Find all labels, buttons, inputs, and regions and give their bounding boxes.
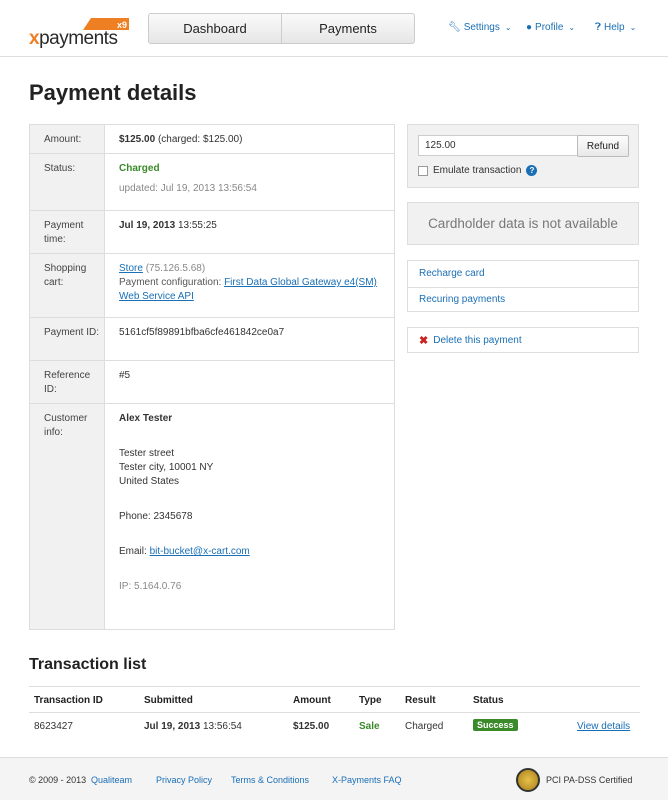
customer-city: Tester city, 10001 NY	[119, 462, 214, 473]
col-result: Result	[405, 695, 436, 706]
settings-menu[interactable]: 🔧︎ Settings ⌄	[448, 22, 512, 33]
status-label: Status:	[44, 163, 76, 174]
customer-country: United States	[119, 476, 180, 487]
customer-label: Customer info:	[44, 413, 88, 438]
detail-row-shopping-cart: Shopping cart: Store (75.126.5.68) Payme…	[30, 254, 394, 318]
store-link[interactable]: Store	[119, 263, 143, 274]
chevron-down-icon: ⌄	[568, 23, 576, 32]
detail-row-reference-id: Reference ID: #5	[30, 361, 394, 404]
payment-id-value: 5161cf5f89891bfba6cfe461842ce0a7	[119, 327, 285, 338]
help-icon: ❓︎	[595, 22, 602, 33]
amount-label: Amount:	[44, 134, 82, 145]
card-actions: Recharge card Recuring payments	[407, 260, 639, 312]
refund-button[interactable]: Refund	[577, 135, 629, 157]
profile-menu-label: Profile	[535, 22, 564, 33]
transaction-type: Sale	[359, 721, 380, 732]
question-icon[interactable]: ?	[526, 165, 538, 176]
customer-phone: Phone: 2345678	[119, 511, 193, 522]
detail-row-payment-time: Payment time: Jul 19, 2013 13:55:25	[30, 211, 394, 254]
delete-payment-button[interactable]: ✖ Delete this payment	[407, 327, 639, 353]
table-row: 8623427 Jul 19, 2013 13:56:54 $125.00 Sa…	[29, 713, 640, 740]
status-updated: updated: Jul 19, 2013 13:56:54	[119, 183, 257, 194]
settings-menu-label: Settings	[463, 22, 500, 33]
transaction-list-title: Transaction list	[29, 656, 147, 673]
col-amount: Amount	[293, 695, 331, 706]
cardholder-data-notice: Cardholder data is not available	[407, 202, 639, 245]
recharge-card-link[interactable]: Recharge card	[419, 268, 485, 279]
status-value: Charged	[119, 163, 160, 174]
customer-ip: IP: 5.164.0.76	[119, 581, 182, 592]
copyright: © 2009 - 2013	[29, 775, 87, 785]
logo-text: xpayments	[29, 28, 118, 49]
amount-charged: (charged: $125.00)	[157, 134, 243, 145]
xpayments-logo[interactable]: x9 xpayments	[29, 18, 129, 49]
help-menu[interactable]: ❓︎ Help ⌄	[595, 22, 636, 33]
svg-text:x9: x9	[117, 20, 127, 30]
payment-time-label: Payment time:	[44, 220, 84, 245]
col-status: Status	[473, 695, 504, 706]
page-title: Payment details	[29, 80, 197, 105]
transaction-date: Jul 19, 2013	[144, 721, 201, 732]
footer: © 2009 - 2013 Qualiteam Privacy Policy T…	[0, 757, 668, 800]
reference-id-label: Reference ID:	[44, 370, 91, 395]
customer-email-link[interactable]: bit-bucket@x-cart.com	[150, 546, 250, 557]
delete-icon: ✖	[419, 334, 429, 347]
header: x9 xpayments Dashboard Payments 🔧︎ Setti…	[0, 0, 668, 57]
refund-amount-input[interactable]	[418, 135, 581, 156]
emulate-transaction-label: Emulate transaction	[433, 165, 522, 176]
chevron-down-icon: ⌄	[629, 23, 637, 32]
refund-panel: Refund Emulate transaction ?	[407, 124, 639, 188]
pci-seal-icon	[516, 768, 540, 792]
privacy-policy-link[interactable]: Privacy Policy	[156, 775, 212, 785]
transaction-result: Charged	[405, 721, 444, 732]
shopping-cart-label: Shopping cart:	[44, 263, 87, 288]
config-label: Payment configuration:	[119, 277, 222, 288]
payment-id-label: Payment ID:	[44, 327, 100, 338]
status-badge: Success	[473, 719, 518, 731]
transaction-time: 13:56:54	[202, 721, 242, 732]
reference-id-value: #5	[119, 370, 131, 381]
wrench-icon: 🔧︎	[448, 22, 461, 33]
view-details-link[interactable]: View details	[577, 721, 630, 732]
chevron-down-icon: ⌄	[504, 23, 512, 32]
recurring-payments-link[interactable]: Recuring payments	[419, 294, 505, 305]
nav-tab-dashboard[interactable]: Dashboard	[149, 14, 281, 43]
store-ip: (75.126.5.68)	[145, 263, 206, 274]
transaction-id: 8623427	[34, 721, 73, 732]
payment-details-table: Amount: $125.00 (charged: $125.00) Statu…	[29, 124, 395, 630]
help-menu-label: Help	[604, 22, 625, 33]
delete-payment-label: Delete this payment	[433, 334, 522, 346]
detail-row-payment-id: Payment ID: 5161cf5f89891bfba6cfe461842c…	[30, 318, 394, 361]
customer-street: Tester street	[119, 448, 175, 459]
customer-name: Alex Tester	[119, 413, 173, 424]
col-type: Type	[359, 695, 382, 706]
pci-certified-label: PCI PA-DSS Certified	[546, 775, 633, 785]
amount-value: $125.00	[119, 134, 156, 145]
col-transaction-id: Transaction ID	[34, 695, 103, 706]
qualiteam-link[interactable]: Qualiteam	[91, 775, 132, 785]
nav-tab-payments[interactable]: Payments	[281, 14, 414, 43]
main-nav: Dashboard Payments	[148, 13, 415, 44]
transaction-table-header: Transaction ID Submitted Amount Type Res…	[29, 686, 640, 713]
detail-row-amount: Amount: $125.00 (charged: $125.00)	[30, 125, 394, 154]
col-submitted: Submitted	[144, 695, 193, 706]
profile-menu[interactable]: ● Profile ⌄	[526, 22, 575, 33]
payment-date: Jul 19, 2013	[119, 220, 176, 231]
emulate-transaction-checkbox[interactable]	[418, 165, 428, 176]
terms-link[interactable]: Terms & Conditions	[231, 775, 309, 785]
user-icon: ●	[526, 22, 533, 33]
detail-row-customer: Customer info: Alex Tester Tester street…	[30, 404, 394, 630]
faq-link[interactable]: X-Payments FAQ	[332, 775, 402, 785]
detail-row-status: Status: Charged updated: Jul 19, 2013 13…	[30, 154, 394, 211]
email-label: Email:	[119, 546, 147, 557]
payment-time: 13:55:25	[177, 220, 217, 231]
transaction-amount: $125.00	[293, 721, 330, 732]
